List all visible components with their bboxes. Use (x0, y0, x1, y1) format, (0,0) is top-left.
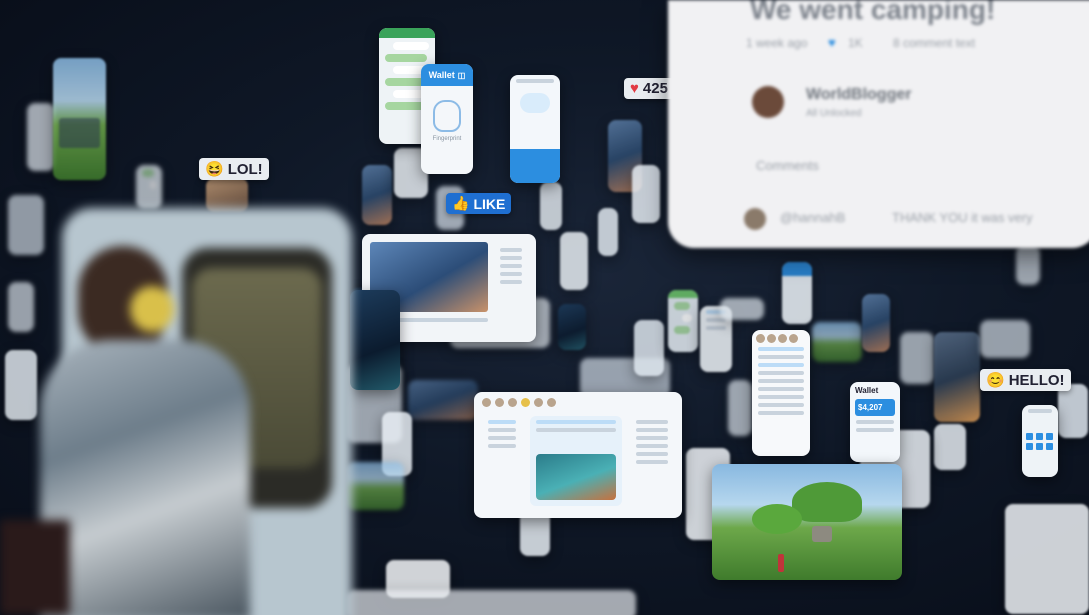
bg-screen (8, 195, 44, 255)
bg-game-screen (53, 58, 106, 180)
heart-count-badge: ♥ 425 (624, 78, 674, 99)
like-reaction-badge: 👍 LIKE (446, 193, 512, 214)
bg-game-screen (346, 462, 404, 510)
social-app-screen (474, 392, 682, 518)
like-icon: ♥ (828, 35, 836, 50)
heart-count: 425 (642, 80, 668, 97)
bg-screen (540, 182, 562, 230)
hello-text: HELLO! (1008, 371, 1065, 389)
bg-game-screen (558, 304, 586, 350)
wallet-fingerprint-screen: Wallet ◫ Fingerprint (421, 64, 473, 174)
bg-chat-screen (668, 290, 698, 352)
open-world-game-screen (712, 464, 902, 580)
avatar (482, 398, 491, 407)
racing-game-screen (350, 290, 400, 390)
bg-screen (634, 320, 664, 376)
thumbs-up-icon: 👍 (452, 195, 470, 211)
bg-screen (1016, 245, 1040, 285)
bg-screen (728, 380, 752, 436)
bg-photo-screen (934, 332, 980, 422)
bg-photo-screen (862, 294, 890, 352)
comment-text: THANK YOU it was very (892, 210, 1033, 225)
post-likes: 1K (848, 36, 863, 50)
bg-photo-screen (408, 380, 478, 420)
bg-photo-screen (362, 165, 392, 225)
post-author: WorldBlogger (806, 86, 912, 103)
bg-wallet-screen (782, 262, 812, 324)
wallet-balance-title: Wallet (855, 386, 879, 395)
bg-screen (900, 332, 934, 384)
bg-screen (632, 165, 660, 223)
avatar (789, 334, 798, 343)
wallet-balance-screen: Wallet $4,207 (850, 382, 900, 462)
heart-icon: ♥ (630, 80, 639, 97)
bg-screen (934, 424, 966, 470)
bg-photo-screen (206, 178, 248, 212)
wallet-icon: ◫ (457, 70, 466, 80)
bg-screen (1005, 504, 1089, 614)
foreground-left-wall (0, 520, 70, 615)
post-time: 1 week ago (746, 36, 808, 50)
stats-app-screen (510, 75, 560, 183)
post-comment-stat: 8 comment text (893, 36, 976, 50)
fingerprint-label: Fingerprint (432, 136, 462, 142)
bg-screen (5, 350, 37, 420)
bg-chat-screen (136, 165, 162, 209)
bg-screen (1058, 384, 1088, 438)
laughing-emoji-icon: 😆 (205, 161, 224, 178)
wallet-balance-value: $4,207 (855, 399, 895, 416)
bg-screen (27, 103, 55, 171)
floating-app-screens-scene: Wallet ◫ Fingerprint ♥ 425 😆 LOL! 👍 LIKE (0, 0, 1089, 615)
avatar (495, 398, 504, 407)
avatar (547, 398, 556, 407)
bg-game-screen (812, 322, 862, 362)
bg-screen (980, 320, 1030, 358)
waving-emoji-icon: 😊 (986, 372, 1005, 389)
contacts-list-screen (752, 330, 810, 456)
avatar (778, 334, 787, 343)
hello-reaction-badge: 😊 HELLO! (980, 369, 1071, 391)
bg-screen (346, 590, 636, 615)
author-avatar (752, 86, 784, 118)
avatar (534, 398, 543, 407)
post-detail-panel: We went camping! 1 week ago ♥ 1K 8 comme… (668, 0, 1089, 248)
keypad-app-screen (1022, 405, 1058, 477)
avatar (756, 334, 765, 343)
foreground-person (40, 240, 250, 615)
avatar (767, 334, 776, 343)
bg-screen (720, 298, 764, 320)
bg-screen (598, 208, 618, 256)
lol-reaction-badge: 😆 LOL! (199, 158, 269, 180)
bg-screen (8, 282, 34, 332)
avatar (508, 398, 517, 407)
post-author-sub: All Unlocked (806, 108, 862, 119)
commenter-avatar (744, 208, 766, 230)
bg-screen (560, 232, 588, 290)
lol-text: LOL! (227, 160, 263, 178)
post-title: We went camping! (750, 0, 996, 25)
comments-label: Comments (756, 158, 819, 173)
avatar (521, 398, 530, 407)
fingerprint-icon (433, 100, 461, 132)
commenter-name: @hannahB (780, 210, 846, 225)
like-text: LIKE (473, 195, 506, 212)
wallet-title: Wallet (428, 70, 455, 80)
